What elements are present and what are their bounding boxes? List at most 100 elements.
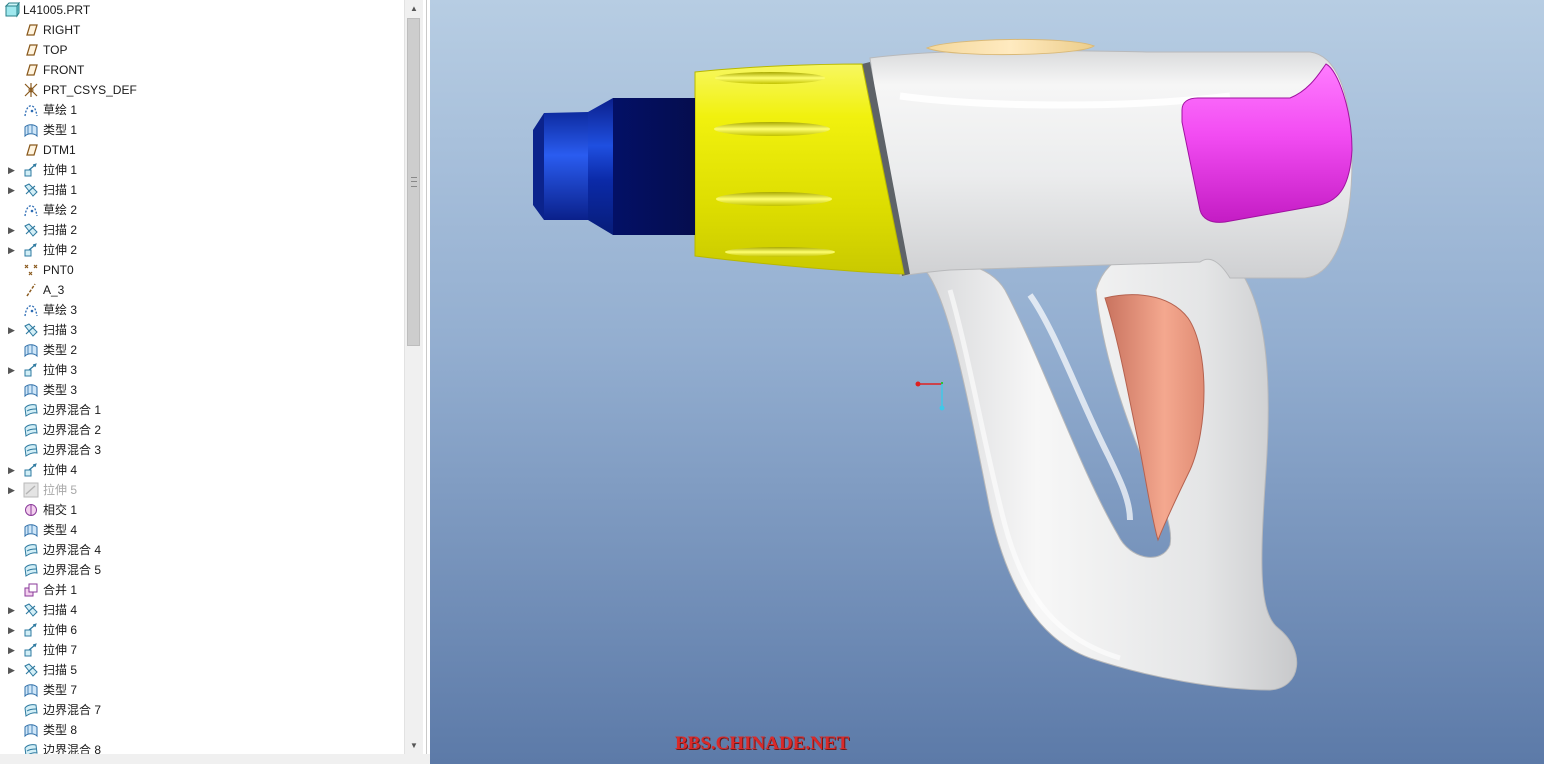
boundary-blend-icon (23, 742, 39, 754)
style-surface-icon (23, 342, 39, 358)
expand-arrow-icon[interactable]: ▶ (8, 660, 18, 680)
expand-arrow-icon[interactable]: ▶ (8, 320, 18, 340)
tree-item[interactable]: ▶ 拉伸 1 (0, 160, 404, 180)
sketch-icon (23, 202, 39, 218)
expand-arrow-icon[interactable]: ▶ (8, 600, 18, 620)
tree-item-label: 草绘 2 (43, 203, 78, 217)
expand-arrow-icon[interactable]: ▶ (8, 620, 18, 640)
tree-item[interactable]: FRONT (0, 60, 404, 80)
tree-item[interactable]: ▶ 扫描 5 (0, 660, 404, 680)
datum-axis-icon (23, 282, 39, 298)
blue-nozzle (533, 98, 695, 235)
tree-item[interactable]: 边界混合 7 (0, 700, 404, 720)
tree-item-label: PRT_CSYS_DEF (43, 83, 137, 97)
model-tree-panel: L41005.PRT RIGHT TOP FRONT PRT_CSYS_DEF 草绘 1 类… (0, 0, 427, 754)
expand-arrow-icon[interactable]: ▶ (8, 240, 18, 260)
collar-groove (714, 122, 830, 136)
tree-item-label: 草绘 3 (43, 303, 78, 317)
tree-item[interactable]: ▶ 拉伸 3 (0, 360, 404, 380)
boundary-blend-icon (23, 542, 39, 558)
csys-icon (23, 82, 39, 98)
tree-item[interactable]: DTM1 (0, 140, 404, 160)
tree-item[interactable]: 类型 8 (0, 720, 404, 740)
extrude-icon (23, 242, 39, 258)
csys-triad-icon (915, 381, 945, 411)
tree-item-label: 边界混合 8 (43, 743, 102, 754)
tree-item[interactable]: ▶ 扫描 4 (0, 600, 404, 620)
tree-item[interactable]: PNT0 (0, 260, 404, 280)
tree-item[interactable]: 合并 1 (0, 580, 404, 600)
tree-item-label: 相交 1 (43, 503, 78, 517)
graphics-viewport[interactable]: BBS.CHINADE.NET (430, 0, 1544, 764)
tree-item[interactable]: 类型 7 (0, 680, 404, 700)
sweep-icon (23, 182, 39, 198)
collar-groove (725, 247, 835, 257)
tree-item[interactable]: ▶ 拉伸 7 (0, 640, 404, 660)
style-surface-icon (23, 522, 39, 538)
vertical-scrollbar[interactable]: ▲ ▼ (404, 0, 423, 754)
tree-item-label: 拉伸 6 (43, 623, 78, 637)
sweep-icon (23, 602, 39, 618)
scroll-down-arrow-icon[interactable]: ▼ (405, 737, 423, 754)
tree-item-label: 边界混合 5 (43, 563, 102, 577)
tree-item[interactable]: 边界混合 5 (0, 560, 404, 580)
style-surface-icon (23, 722, 39, 738)
horizontal-scrollbar[interactable] (0, 754, 430, 764)
tree-item[interactable]: A_3 (0, 280, 404, 300)
extrude-suppressed-icon (23, 482, 39, 498)
tree-item-label: 边界混合 2 (43, 423, 102, 437)
datum-point-icon (23, 262, 39, 278)
tree-item[interactable]: RIGHT (0, 20, 404, 40)
extrude-icon (23, 362, 39, 378)
tree-item-label: 拉伸 7 (43, 643, 78, 657)
tree-item[interactable]: L41005.PRT (0, 0, 404, 20)
expand-arrow-icon[interactable]: ▶ (8, 180, 18, 200)
tree-item[interactable]: ▶ 拉伸 5 (0, 480, 404, 500)
expand-arrow-icon[interactable]: ▶ (8, 360, 18, 380)
model-3d-view[interactable] (430, 0, 1544, 764)
tree-item-label: DTM1 (43, 143, 76, 157)
watermark: BBS.CHINADE.NET (675, 733, 850, 754)
tree-item[interactable]: 边界混合 2 (0, 420, 404, 440)
tree-item[interactable]: 类型 1 (0, 120, 404, 140)
tree-item-label: 边界混合 1 (43, 403, 102, 417)
tree-item[interactable]: TOP (0, 40, 404, 60)
tree-item[interactable]: ▶ 拉伸 2 (0, 240, 404, 260)
boundary-blend-icon (23, 442, 39, 458)
tree-item-label: 拉伸 3 (43, 363, 78, 377)
tree-item[interactable]: 草绘 1 (0, 100, 404, 120)
intersect-icon (23, 502, 39, 518)
expand-arrow-icon[interactable]: ▶ (8, 640, 18, 660)
collar-groove (716, 192, 832, 206)
tree-item[interactable]: 草绘 3 (0, 300, 404, 320)
tree-item[interactable]: ▶ 拉伸 4 (0, 460, 404, 480)
tree-item[interactable]: 边界混合 8 (0, 740, 404, 754)
tree-item-label: 类型 7 (43, 683, 78, 697)
expand-arrow-icon[interactable]: ▶ (8, 220, 18, 240)
tree-item[interactable]: ▶ 扫描 3 (0, 320, 404, 340)
boundary-blend-icon (23, 422, 39, 438)
tree-item[interactable]: 类型 4 (0, 520, 404, 540)
tree-item-label: 扫描 5 (43, 663, 78, 677)
expand-arrow-icon[interactable]: ▶ (8, 460, 18, 480)
tree-item-label: 扫描 4 (43, 603, 78, 617)
tree-item[interactable]: 类型 2 (0, 340, 404, 360)
tree-item[interactable]: 相交 1 (0, 500, 404, 520)
tree-item[interactable]: 边界混合 3 (0, 440, 404, 460)
tree-item[interactable]: 边界混合 1 (0, 400, 404, 420)
tree-item[interactable]: 边界混合 4 (0, 540, 404, 560)
expand-arrow-icon[interactable]: ▶ (8, 480, 18, 500)
tree-item-label: RIGHT (43, 23, 81, 37)
tree-item[interactable]: ▶ 拉伸 6 (0, 620, 404, 640)
tree-item[interactable]: 草绘 2 (0, 200, 404, 220)
boundary-blend-icon (23, 402, 39, 418)
scroll-up-arrow-icon[interactable]: ▲ (405, 0, 423, 17)
scroll-thumb[interactable] (407, 18, 420, 346)
expand-arrow-icon[interactable]: ▶ (8, 160, 18, 180)
tree-item[interactable]: ▶ 扫描 1 (0, 180, 404, 200)
tree-item[interactable]: ▶ 扫描 2 (0, 220, 404, 240)
sketch-icon (23, 102, 39, 118)
tree-item-label: TOP (43, 43, 68, 57)
tree-item[interactable]: PRT_CSYS_DEF (0, 80, 404, 100)
tree-item[interactable]: 类型 3 (0, 380, 404, 400)
